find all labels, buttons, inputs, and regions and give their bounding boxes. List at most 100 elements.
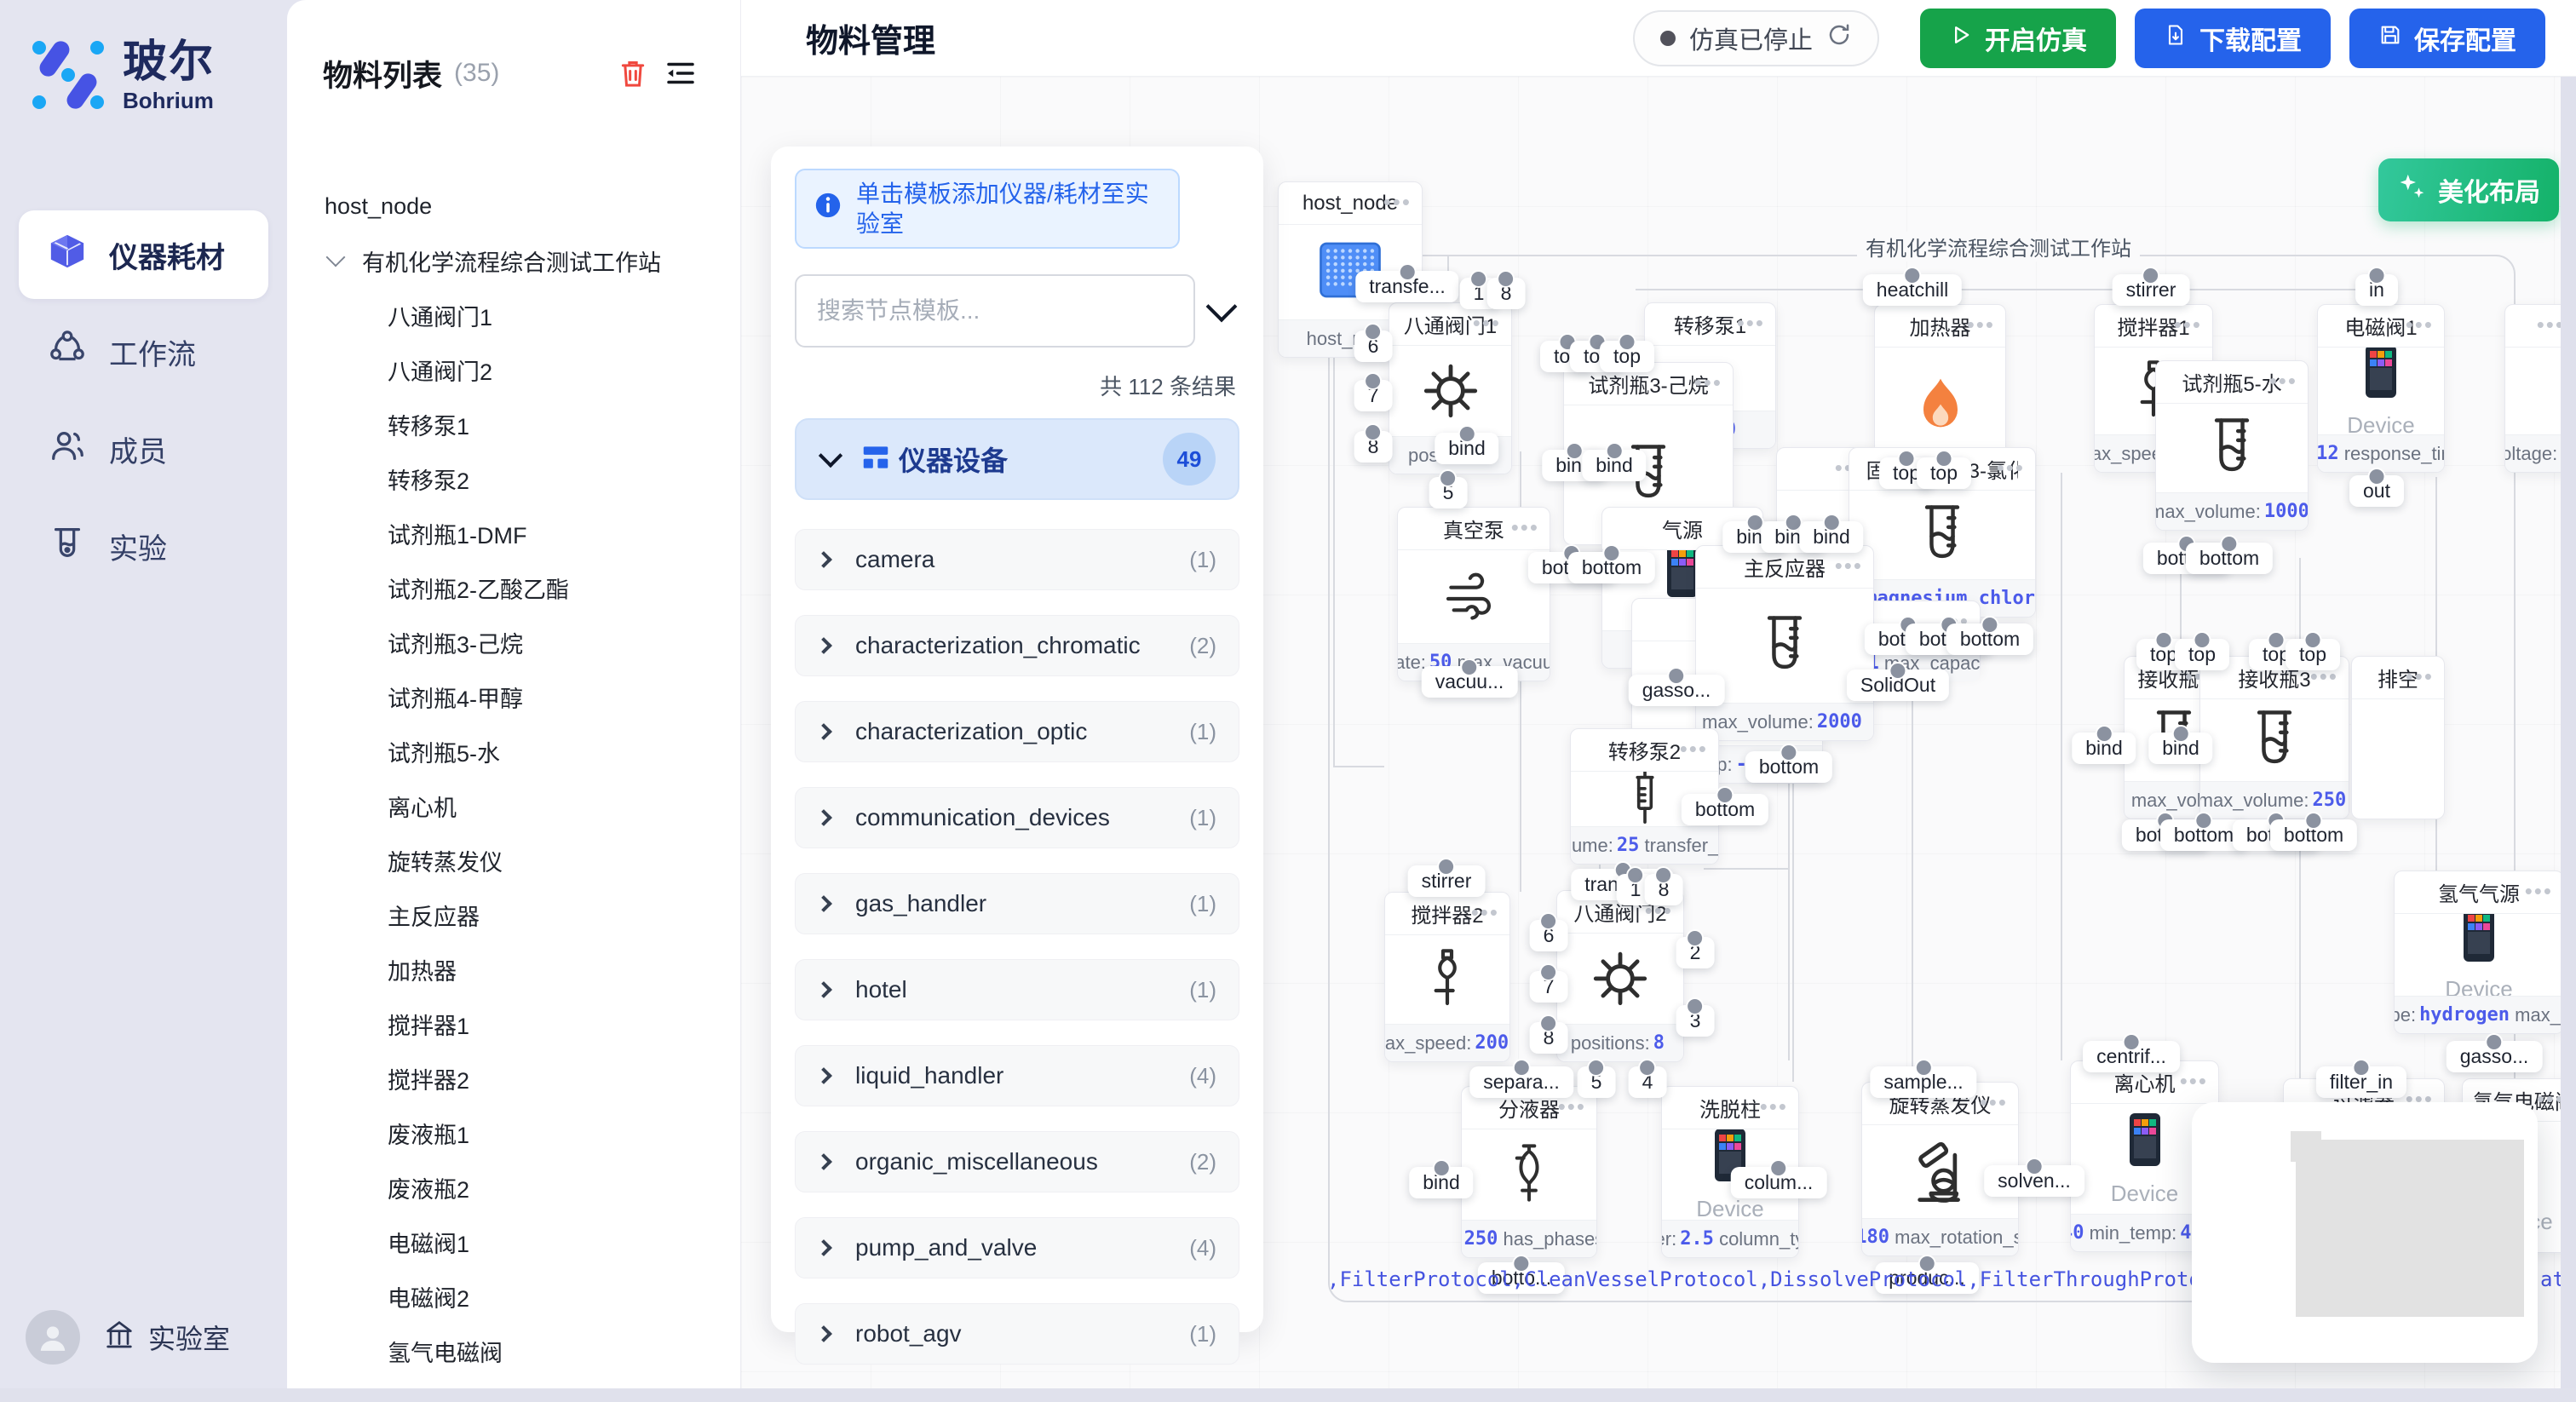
node-menu-icon[interactable]: •••	[1967, 312, 1995, 338]
canvas-node-solenoid-1[interactable]: 电磁阀1•••Devicevoltage:12 response_time:0.…	[2317, 304, 2445, 473]
port-chip[interactable]: bind	[1799, 521, 1863, 553]
port-chip[interactable]: out	[2349, 475, 2404, 507]
port-chip[interactable]: top	[1600, 341, 1654, 372]
port-chip[interactable]: separa...	[1469, 1066, 1573, 1098]
node-menu-icon[interactable]: •••	[1760, 1094, 1788, 1120]
port-chip[interactable]: vacuu...	[1422, 666, 1518, 698]
start-simulation-button[interactable]: 开启仿真	[1920, 9, 2116, 68]
node-menu-icon[interactable]: •••	[2269, 368, 2297, 394]
category-characterization_optic[interactable]: characterization_optic(1)	[795, 701, 1239, 762]
category-gas_handler[interactable]: gas_handler(1)	[795, 873, 1239, 934]
port-chip[interactable]: 3	[1676, 1005, 1715, 1037]
port-chip[interactable]: 8	[1354, 431, 1393, 463]
tree-item[interactable]: 试剂瓶5-水	[323, 724, 704, 779]
port-chip[interactable]: bottom	[2270, 819, 2357, 851]
port-chip[interactable]: stirrer	[1408, 865, 1486, 897]
category-characterization_chromatic[interactable]: characterization_chromatic(2)	[795, 615, 1239, 676]
tree-item[interactable]: 八通阀门2	[323, 342, 704, 397]
port-chip[interactable]: 6	[1530, 920, 1568, 951]
tree-item[interactable]: 搅拌器2	[323, 1051, 704, 1106]
port-chip[interactable]: solven...	[1984, 1165, 2084, 1197]
tree-item[interactable]: 试剂瓶2-乙酸乙酯	[323, 560, 704, 615]
search-input[interactable]	[795, 274, 1195, 348]
tree-item[interactable]: 加热器	[323, 942, 704, 997]
node-menu-icon[interactable]: •••	[1511, 514, 1539, 541]
port-chip[interactable]: bind	[1582, 450, 1646, 481]
port-chip[interactable]: 8	[1487, 278, 1526, 309]
port-chip[interactable]: in	[2355, 274, 2398, 306]
node-menu-icon[interactable]: •••	[1471, 899, 1499, 926]
avatar[interactable]	[26, 1310, 80, 1365]
delete-button[interactable]	[609, 49, 657, 97]
port-chip[interactable]: filter_in	[2316, 1066, 2406, 1098]
node-menu-icon[interactable]: •••	[1737, 310, 1765, 336]
port-chip[interactable]: transfe...	[1355, 271, 1458, 302]
tree-item[interactable]: 试剂瓶4-甲醇	[323, 669, 704, 724]
node-menu-icon[interactable]: •••	[1980, 1089, 2008, 1116]
canvas-node-recv-3[interactable]: 接收瓶3•••max_volume:250	[2199, 656, 2349, 819]
port-chip[interactable]: top	[2286, 639, 2340, 670]
tree-item[interactable]: 废液瓶2	[323, 1160, 704, 1215]
port-chip[interactable]: gasso...	[2447, 1041, 2543, 1072]
node-menu-icon[interactable]: •••	[1680, 736, 1708, 762]
port-chip[interactable]: top	[2175, 639, 2229, 670]
category-organic_miscellaneous[interactable]: organic_miscellaneous(2)	[795, 1131, 1239, 1192]
download-config-button[interactable]: 下载配置	[2135, 9, 2331, 68]
port-chip[interactable]: 7	[1354, 380, 1393, 411]
node-menu-icon[interactable]: •••	[1694, 370, 1722, 396]
sidebar-item-members[interactable]: 成员	[19, 405, 268, 493]
refresh-icon[interactable]	[1826, 22, 1852, 55]
port-chip[interactable]: colum...	[1731, 1167, 1827, 1198]
port-chip[interactable]: bottom	[1946, 623, 2033, 655]
node-menu-icon[interactable]: •••	[1383, 189, 1412, 215]
tree-item[interactable]: host_node	[323, 179, 704, 233]
node-menu-icon[interactable]: •••	[2406, 312, 2434, 338]
tree-item[interactable]: 转移泵2	[323, 451, 704, 506]
port-chip[interactable]: bind	[2072, 733, 2136, 764]
tree-item[interactable]: 八通阀门1	[323, 288, 704, 342]
tree-item[interactable]: 转移泵1	[323, 397, 704, 451]
port-chip[interactable]: 2	[1676, 937, 1715, 968]
sidebar-item-instruments[interactable]: 仪器耗材	[19, 210, 268, 299]
category-group-instruments[interactable]: 仪器设备 49	[795, 418, 1239, 500]
port-chip[interactable]: top	[1917, 457, 1971, 489]
tree-item[interactable]: 电磁阀1	[323, 1215, 704, 1269]
port-chip[interactable]: 5	[1429, 477, 1468, 509]
tree-item[interactable]: 有机化学流程综合测试工作站	[323, 233, 704, 288]
preview-popup[interactable]	[2192, 1102, 2538, 1363]
category-hotel[interactable]: hotel(1)	[795, 959, 1239, 1020]
sidebar-item-workflow[interactable]: 工作流	[19, 307, 268, 396]
canvas-scrollbar[interactable]	[2561, 77, 2576, 1402]
node-menu-icon[interactable]: •••	[2406, 664, 2434, 690]
node-menu-icon[interactable]: •••	[1997, 455, 2025, 481]
save-config-button[interactable]: 保存配置	[2349, 9, 2545, 68]
port-chip[interactable]: bind	[1435, 433, 1498, 464]
canvas-node-vacuum-pump[interactable]: 真空泵•••pump_rate:50 max_vacuum:0.1	[1397, 507, 1550, 681]
tree-item[interactable]: 电磁阀2	[323, 1269, 704, 1324]
tree-item[interactable]: 废液瓶1	[323, 1106, 704, 1160]
category-pump_and_valve[interactable]: pump_and_valve(4)	[795, 1217, 1239, 1278]
chevron-down-icon[interactable]	[1206, 291, 1238, 323]
canvas-node-heater[interactable]: 加热器•••	[1874, 304, 2006, 471]
port-chip[interactable]: 5	[1578, 1066, 1616, 1098]
chevron-down-icon[interactable]	[326, 248, 346, 267]
port-chip[interactable]: bottom	[1745, 751, 1832, 783]
port-chip[interactable]: gasso...	[1629, 675, 1725, 706]
port-chip[interactable]: 8	[1530, 1022, 1568, 1054]
port-chip[interactable]: bottom	[1568, 552, 1655, 583]
canvas-node-stirrer-2[interactable]: 搅拌器2•••max_speed:2000	[1384, 892, 1510, 1062]
port-chip[interactable]: heatchill	[1863, 274, 1962, 306]
port-chip[interactable]: bind	[2148, 733, 2212, 764]
tree-item[interactable]: 搅拌器1	[323, 997, 704, 1051]
node-menu-icon[interactable]: •••	[2174, 312, 2202, 338]
node-menu-icon[interactable]: •••	[2180, 1068, 2208, 1095]
canvas-node-drain[interactable]: 排空•••	[2351, 656, 2445, 819]
tree-item[interactable]: 主反应器	[323, 888, 704, 942]
tree-item[interactable]: 旋转蒸发仪	[323, 833, 704, 888]
port-chip[interactable]: bottom	[1682, 794, 1768, 825]
tree-item[interactable]: 氢气电磁阀	[323, 1324, 704, 1378]
port-chip[interactable]: 6	[1354, 330, 1393, 362]
category-liquid_handler[interactable]: liquid_handler(4)	[795, 1045, 1239, 1106]
canvas-node-valve-2[interactable]: 八通阀门2•••positions:8	[1556, 890, 1684, 1062]
tree-item[interactable]: 试剂瓶3-己烷	[323, 615, 704, 669]
